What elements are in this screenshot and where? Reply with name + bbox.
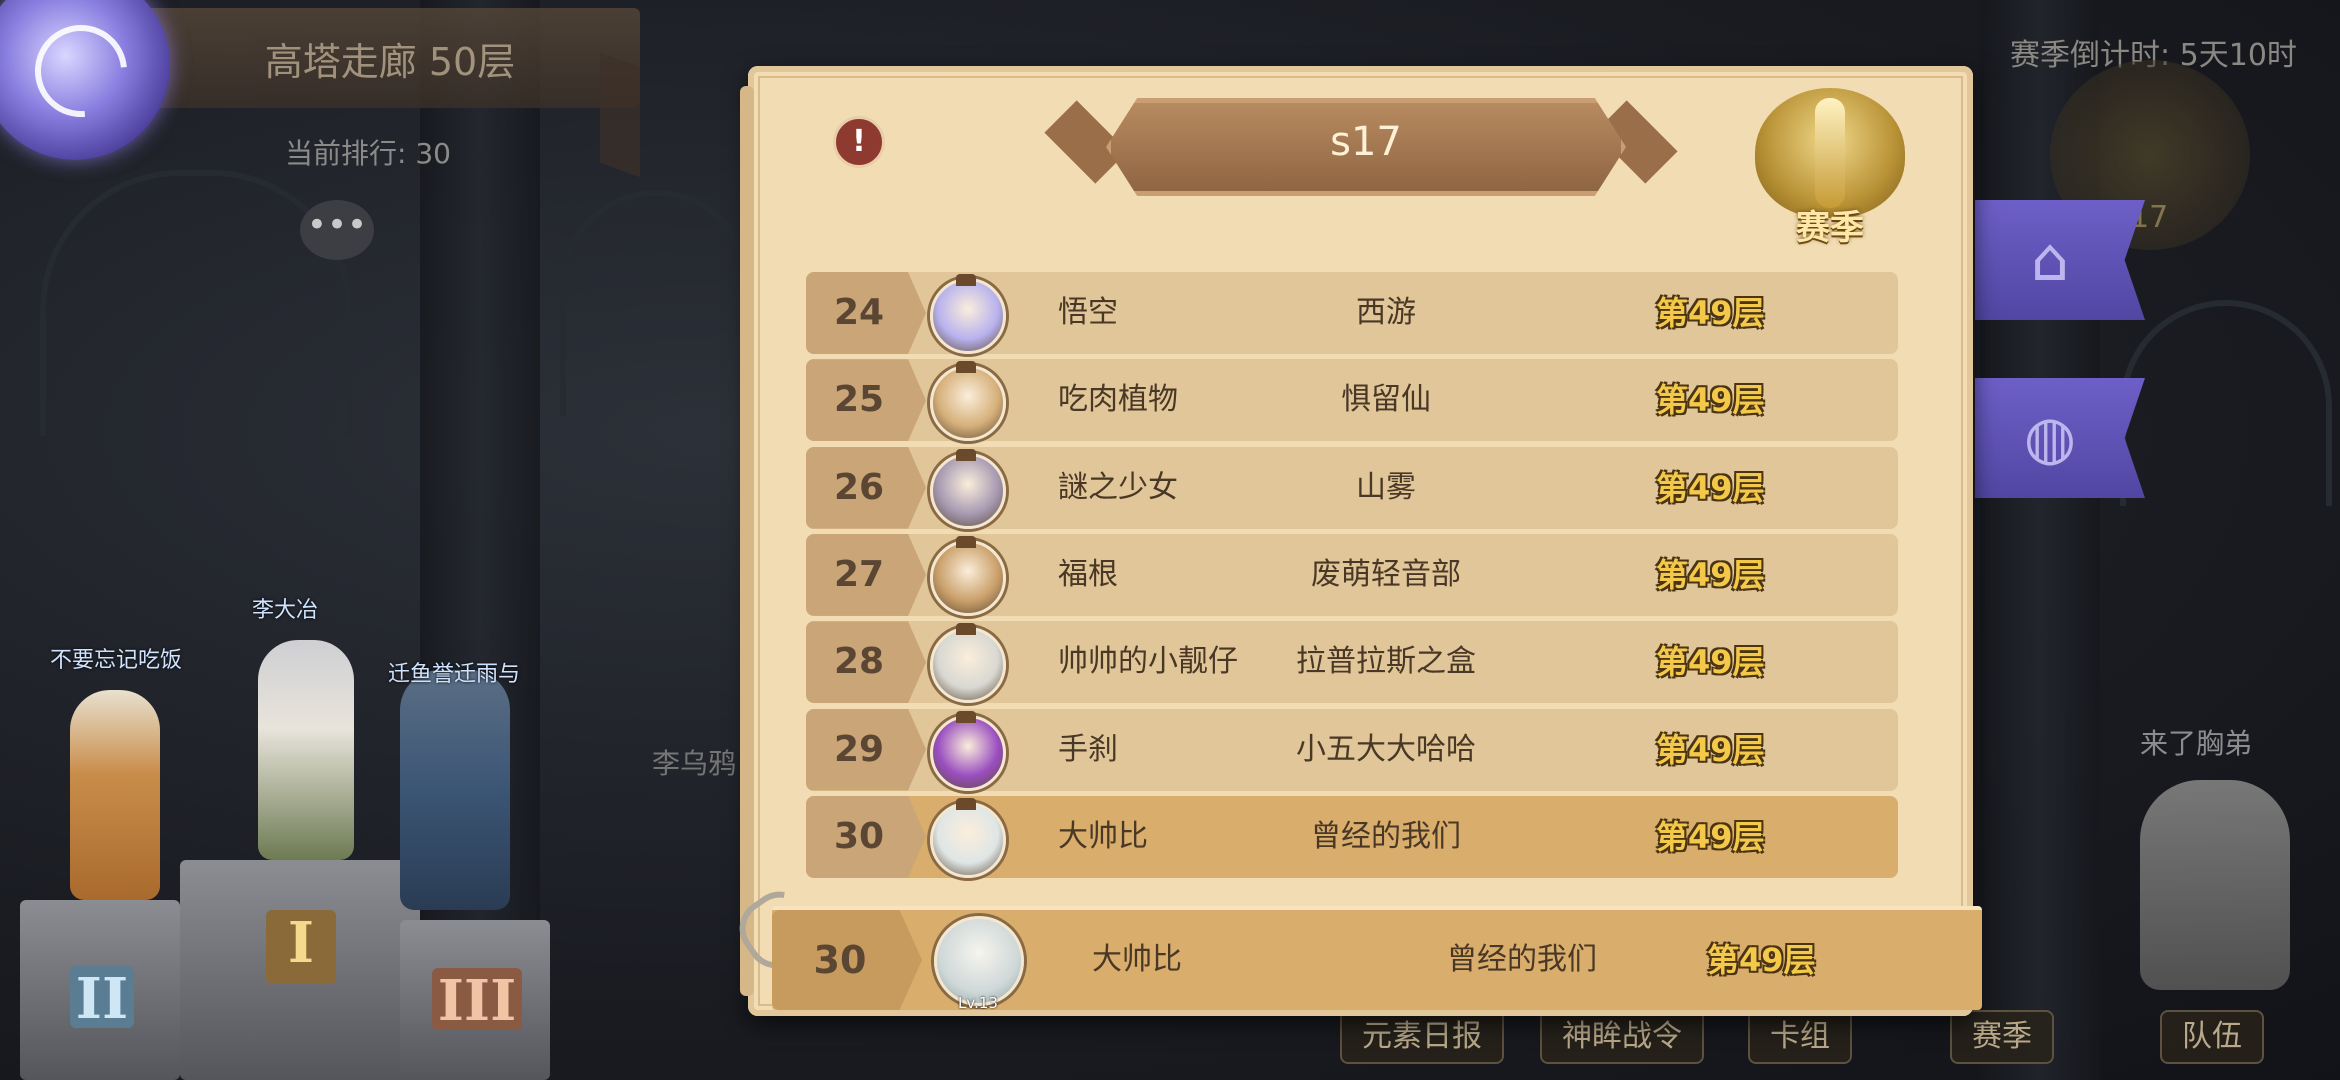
bg-arch <box>2120 300 2332 506</box>
my-rank: 30 <box>813 938 867 982</box>
guild-name: 西游 <box>1356 295 1416 330</box>
avatar-crown-icon <box>956 535 976 548</box>
rank-second-badge: II <box>70 966 134 1032</box>
rank-number: 29 <box>833 728 885 770</box>
ranking-row[interactable]: 26 謎之少女 山雾 第49层 <box>806 446 1898 529</box>
ranking-row[interactable]: 28 帅帅的小靓仔 拉普拉斯之盒 第49层 <box>806 621 1898 704</box>
bg-arch <box>40 170 352 436</box>
player-avatar[interactable] <box>930 278 1006 354</box>
globe-flag-button[interactable]: ◍ <box>1975 378 2145 498</box>
floor-reached: 第49层 <box>1656 468 1765 507</box>
floor-reached: 第49层 <box>1656 643 1765 682</box>
player-avatar[interactable] <box>930 539 1006 616</box>
rank-first-badge: I <box>266 910 336 984</box>
player-avatar[interactable] <box>930 452 1006 529</box>
my-avatar[interactable] <box>934 916 1024 1006</box>
banner-tail <box>600 52 640 178</box>
podium-first-character[interactable] <box>258 640 354 860</box>
portal-icon <box>16 6 146 136</box>
player-name-bg: 李乌鸦 <box>652 747 737 780</box>
player-name: 謎之少女 <box>1058 469 1178 505</box>
my-guild: 曾经的我们 <box>1447 942 1597 977</box>
rank-number: 27 <box>833 553 885 595</box>
avatar-crown-icon <box>956 361 976 374</box>
sword-icon <box>1815 98 1845 208</box>
my-ranking-row[interactable]: 30 Lv.13 大帅比 曾经的我们 第49层 <box>772 906 1982 1012</box>
floor-reached: 第49层 <box>1656 381 1765 420</box>
floor-reached: 第49层 <box>1656 555 1765 594</box>
rank-third-badge: III <box>432 968 522 1034</box>
player-avatar[interactable] <box>930 365 1006 442</box>
bottom-button-daily[interactable]: 元素日报 <box>1340 1010 1504 1064</box>
podium-first-name: 李大冶 <box>252 598 319 623</box>
avatar-crown-icon <box>956 797 976 810</box>
guild-name: 废萌轻音部 <box>1311 556 1461 592</box>
exclamation-icon[interactable]: ! <box>833 116 885 168</box>
season-title-plate: s17 <box>1036 92 1686 196</box>
floor-banner: 高塔走廊 50层 <box>140 8 640 108</box>
chat-bubble-icon[interactable]: ••• <box>300 200 374 260</box>
ranking-row[interactable]: 30 大帅比 曾经的我们 第49层 <box>806 795 1898 878</box>
bottom-button-season[interactable]: 赛季 <box>1950 1010 2054 1064</box>
player-name: 吃肉植物 <box>1058 382 1178 418</box>
ranking-row[interactable]: 27 福根 废萌轻音部 第49层 <box>806 533 1898 616</box>
player-name-bg: 来了胸弟 <box>2140 727 2253 760</box>
season-badge-label: 赛季 <box>1796 208 1864 248</box>
player-name: 悟空 <box>1058 295 1118 330</box>
floor-reached: 第49层 <box>1656 294 1765 332</box>
guild-name: 小五大大哈哈 <box>1296 731 1476 767</box>
player-avatar[interactable] <box>930 627 1006 704</box>
guild-name: 曾经的我们 <box>1311 818 1461 854</box>
avatar-crown-icon <box>956 448 976 461</box>
player-avatar[interactable] <box>930 714 1006 791</box>
rank-number: 30 <box>833 815 885 857</box>
podium-second-character[interactable] <box>70 690 160 900</box>
current-rank: 当前排行: 30 <box>285 137 451 170</box>
player-avatar[interactable] <box>930 801 1006 878</box>
ranking-row[interactable]: 24 悟空 西游 第49层 <box>806 272 1898 354</box>
rank-number: 25 <box>833 379 885 421</box>
floor-reached: 第49层 <box>1656 730 1765 769</box>
globe-icon: ◍ <box>2023 403 2077 473</box>
guild-name: 拉普拉斯之盒 <box>1296 644 1476 680</box>
player-name: 帅帅的小靓仔 <box>1058 644 1238 680</box>
player-name: 福根 <box>1058 556 1118 592</box>
rank-number: 28 <box>833 641 885 683</box>
rank-number: 24 <box>833 292 885 333</box>
castle-flag-button[interactable]: ⌂ <box>1975 200 2145 320</box>
season-badge[interactable]: 赛季 <box>1755 88 1905 248</box>
floor-reached: 第49层 <box>1656 817 1765 856</box>
player-name: 手刹 <box>1058 731 1118 767</box>
guild-name: 山雾 <box>1356 469 1416 505</box>
podium-third-character[interactable] <box>400 670 510 910</box>
guild-name: 惧留仙 <box>1341 382 1431 418</box>
podium-third-name: 迁鱼誉迁雨与 <box>388 662 521 687</box>
bottom-button-battlepass[interactable]: 神眸战令 <box>1540 1010 1704 1064</box>
avatar-crown-icon <box>956 623 976 636</box>
my-level: Lv.13 <box>958 994 998 1012</box>
avatar-crown-icon <box>956 710 976 723</box>
bg-arch <box>560 190 752 416</box>
player-name: 大帅比 <box>1058 818 1148 854</box>
ranking-row[interactable]: 25 吃肉植物 惧留仙 第49层 <box>806 359 1898 442</box>
castle-icon: ⌂ <box>2030 225 2070 295</box>
player-character-bg[interactable] <box>2140 780 2290 990</box>
floor-banner-text: 高塔走廊 50层 <box>264 39 516 84</box>
podium-second-name: 不要忘记吃饭 <box>50 648 183 673</box>
ranking-row[interactable]: 29 手刹 小五大大哈哈 第49层 <box>806 708 1898 791</box>
my-floor: 第49层 <box>1707 941 1816 979</box>
rank-number: 26 <box>833 466 885 508</box>
bottom-button-team[interactable]: 队伍 <box>2160 1010 2264 1064</box>
bottom-button-deck[interactable]: 卡组 <box>1748 1010 1852 1064</box>
my-name: 大帅比 <box>1092 942 1182 977</box>
season-title: s17 <box>1330 119 1402 165</box>
avatar-crown-icon <box>956 274 976 286</box>
